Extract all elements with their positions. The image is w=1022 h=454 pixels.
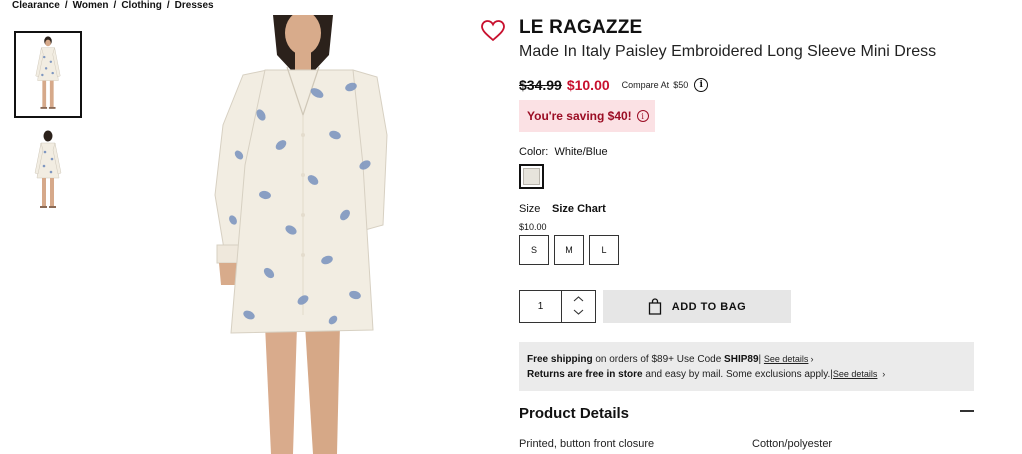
detail-feature: Printed, button front closure xyxy=(519,438,655,450)
quantity-stepper: 1 xyxy=(519,290,596,323)
chevron-right-icon: › xyxy=(882,369,886,379)
free-shipping-text: Free shipping xyxy=(527,354,593,365)
original-price: $34.99 xyxy=(519,77,562,93)
breadcrumb-clearance[interactable]: Clearance xyxy=(12,0,60,11)
savings-text: You're saving $40! xyxy=(527,109,632,123)
info-icon[interactable]: i xyxy=(636,110,649,122)
separator: | xyxy=(758,354,762,365)
breadcrumb-separator: / xyxy=(64,0,68,11)
add-to-bag-button[interactable]: ADD TO BAG xyxy=(603,290,791,323)
size-option-l[interactable]: L xyxy=(589,235,619,265)
size-price: $10.00 xyxy=(519,222,547,232)
chevron-right-icon: › xyxy=(810,354,814,364)
minus-icon[interactable] xyxy=(960,410,974,412)
main-product-image xyxy=(205,15,395,454)
quantity-value[interactable]: 1 xyxy=(520,291,562,322)
chevron-up-icon[interactable] xyxy=(573,295,584,305)
add-to-bag-label: ADD TO BAG xyxy=(671,300,747,313)
color-swatch-white-blue[interactable] xyxy=(519,164,544,189)
breadcrumb: Clearance / Women / Clothing / Dresses xyxy=(12,0,214,11)
size-option-m[interactable]: M xyxy=(554,235,584,265)
breadcrumb-clothing[interactable]: Clothing xyxy=(121,0,162,11)
product-brand[interactable]: LE RAGAZZE xyxy=(519,17,642,39)
size-chart-link[interactable]: Size Chart xyxy=(552,203,606,215)
price-row: $34.99 $10.00 Compare At $50 i xyxy=(519,77,709,93)
color-label: Color: xyxy=(519,146,549,158)
sale-price: $10.00 xyxy=(566,77,610,93)
returns-condition-text: and easy by mail. Some exclusions apply. xyxy=(642,369,831,380)
breadcrumb-dresses[interactable]: Dresses xyxy=(175,0,214,11)
thumbnail-back[interactable] xyxy=(14,128,82,215)
detail-material: Cotton/polyester xyxy=(752,438,833,450)
thumbnail-front[interactable] xyxy=(14,31,82,118)
shipping-condition-text: on orders of $89+ Use Code xyxy=(592,354,725,365)
shopping-bag-icon xyxy=(648,298,661,315)
quantity-arrows xyxy=(562,291,595,322)
savings-banner: You're saving $40! i xyxy=(519,100,655,132)
returns-line: Returns are free in store and easy by ma… xyxy=(527,367,974,382)
compare-at-value: $50 xyxy=(673,80,689,90)
product-details-heading[interactable]: Product Details xyxy=(519,405,629,422)
wishlist-button[interactable] xyxy=(480,18,506,44)
see-details-link-returns[interactable]: See details xyxy=(833,369,878,379)
promo-code: SHIP89 xyxy=(724,354,759,365)
see-details-link-shipping[interactable]: See details xyxy=(764,354,809,364)
color-value: White/Blue xyxy=(554,146,608,158)
compare-at-label: Compare At xyxy=(621,80,670,90)
size-option-s[interactable]: S xyxy=(519,235,549,265)
heart-outline-icon xyxy=(481,20,505,42)
model-back-thumbnail-image xyxy=(34,130,62,208)
shipping-info-box: Free shipping on orders of $89+ Use Code… xyxy=(519,342,974,391)
chevron-down-icon[interactable] xyxy=(573,308,584,318)
size-label: Size xyxy=(519,203,541,215)
info-icon[interactable]: i xyxy=(694,78,709,92)
shipping-line: Free shipping on orders of $89+ Use Code… xyxy=(527,352,974,367)
breadcrumb-women[interactable]: Women xyxy=(73,0,109,11)
swatch-fill xyxy=(523,168,540,185)
product-title: Made In Italy Paisley Embroidered Long S… xyxy=(519,43,937,60)
color-selection-label: Color: White/Blue xyxy=(519,146,608,158)
breadcrumb-separator: / xyxy=(166,0,170,11)
breadcrumb-separator: / xyxy=(113,0,117,11)
free-returns-text: Returns are free in store xyxy=(527,369,643,380)
model-front-thumbnail-image xyxy=(35,36,61,109)
